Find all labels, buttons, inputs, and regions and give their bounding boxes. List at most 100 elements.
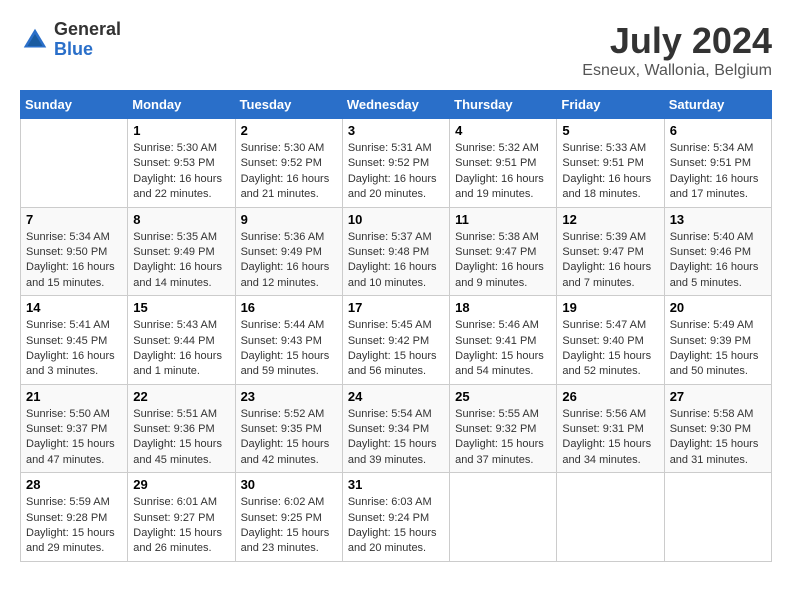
day-number: 3 bbox=[348, 123, 444, 138]
day-number: 28 bbox=[26, 477, 122, 492]
day-info: Sunrise: 5:45 AM Sunset: 9:42 PM Dayligh… bbox=[348, 318, 444, 380]
day-cell: 18Sunrise: 5:46 AM Sunset: 9:41 PM Dayli… bbox=[450, 296, 557, 385]
day-info: Sunrise: 6:03 AM Sunset: 9:24 PM Dayligh… bbox=[348, 495, 444, 557]
day-cell: 26Sunrise: 5:56 AM Sunset: 9:31 PM Dayli… bbox=[557, 384, 664, 473]
day-cell: 17Sunrise: 5:45 AM Sunset: 9:42 PM Dayli… bbox=[342, 296, 449, 385]
day-info: Sunrise: 5:33 AM Sunset: 9:51 PM Dayligh… bbox=[562, 141, 658, 203]
day-info: Sunrise: 5:56 AM Sunset: 9:31 PM Dayligh… bbox=[562, 407, 658, 469]
day-info: Sunrise: 5:58 AM Sunset: 9:30 PM Dayligh… bbox=[670, 407, 766, 469]
day-number: 10 bbox=[348, 212, 444, 227]
day-info: Sunrise: 5:51 AM Sunset: 9:36 PM Dayligh… bbox=[133, 407, 229, 469]
day-number: 31 bbox=[348, 477, 444, 492]
day-cell: 14 Sunrise: 5:41 AM Sunset: 9:45 PM Dayli… bbox=[21, 296, 128, 385]
day-number: 15 bbox=[133, 300, 229, 315]
day-cell: 3Sunrise: 5:31 AM Sunset: 9:52 PM Daylig… bbox=[342, 119, 449, 208]
day-cell: 5 Sunrise: 5:33 AM Sunset: 9:51 PM Daylig… bbox=[557, 119, 664, 208]
day-cell: 24 Sunrise: 5:54 AM Sunset: 9:34 PM Dayli… bbox=[342, 384, 449, 473]
day-info: Sunrise: 5:44 AM Sunset: 9:43 PM Dayligh… bbox=[241, 318, 337, 380]
day-info: Sunrise: 5:54 AM Sunset: 9:34 PM Dayligh… bbox=[348, 407, 444, 469]
day-number: 20 bbox=[670, 300, 766, 315]
day-cell: 10Sunrise: 5:37 AM Sunset: 9:48 PM Dayli… bbox=[342, 207, 449, 296]
day-number: 13 bbox=[670, 212, 766, 227]
day-cell: 8Sunrise: 5:35 AM Sunset: 9:49 PM Daylig… bbox=[128, 207, 235, 296]
day-info: Sunrise: 5:36 AM Sunset: 9:49 PM Dayligh… bbox=[241, 230, 337, 292]
day-number: 2 bbox=[241, 123, 337, 138]
day-info: Sunrise: 5:30 AM Sunset: 9:52 PM Dayligh… bbox=[241, 141, 337, 203]
day-cell: 16Sunrise: 5:44 AM Sunset: 9:43 PM Dayli… bbox=[235, 296, 342, 385]
day-number: 1 bbox=[133, 123, 229, 138]
day-info: Sunrise: 5:38 AM Sunset: 9:47 PM Dayligh… bbox=[455, 230, 551, 292]
day-info: Sunrise: 5:47 AM Sunset: 9:40 PM Dayligh… bbox=[562, 318, 658, 380]
calendar-table: SundayMondayTuesdayWednesdayThursdayFrid… bbox=[20, 90, 772, 562]
logo-text: General Blue bbox=[54, 20, 121, 60]
day-cell: 6Sunrise: 5:34 AM Sunset: 9:51 PM Daylig… bbox=[664, 119, 771, 208]
day-cell: 7Sunrise: 5:34 AM Sunset: 9:50 PM Daylig… bbox=[21, 207, 128, 296]
day-cell: 15 Sunrise: 5:43 AM Sunset: 9:44 PM Dayli… bbox=[128, 296, 235, 385]
weekday-row: SundayMondayTuesdayWednesdayThursdayFrid… bbox=[21, 91, 772, 119]
logo-icon bbox=[20, 25, 50, 55]
day-cell: 9 Sunrise: 5:36 AM Sunset: 9:49 PM Daylig… bbox=[235, 207, 342, 296]
day-number: 25 bbox=[455, 389, 551, 404]
weekday-header-wednesday: Wednesday bbox=[342, 91, 449, 119]
day-number: 14 bbox=[26, 300, 122, 315]
day-info: Sunrise: 5:40 AM Sunset: 9:46 PM Dayligh… bbox=[670, 230, 766, 292]
weekday-header-thursday: Thursday bbox=[450, 91, 557, 119]
day-number: 21 bbox=[26, 389, 122, 404]
day-cell: 25 Sunrise: 5:55 AM Sunset: 9:32 PM Dayli… bbox=[450, 384, 557, 473]
day-number: 30 bbox=[241, 477, 337, 492]
day-cell: 31 Sunrise: 6:03 AM Sunset: 9:24 PM Dayli… bbox=[342, 473, 449, 562]
day-number: 22 bbox=[133, 389, 229, 404]
day-info: Sunrise: 5:39 AM Sunset: 9:47 PM Dayligh… bbox=[562, 230, 658, 292]
day-cell: 20 Sunrise: 5:49 AM Sunset: 9:39 PM Dayli… bbox=[664, 296, 771, 385]
day-info: Sunrise: 5:55 AM Sunset: 9:32 PM Dayligh… bbox=[455, 407, 551, 469]
week-row-3: 14 Sunrise: 5:41 AM Sunset: 9:45 PM Dayli… bbox=[21, 296, 772, 385]
calendar-header: SundayMondayTuesdayWednesdayThursdayFrid… bbox=[21, 91, 772, 119]
day-info: Sunrise: 5:59 AM Sunset: 9:28 PM Dayligh… bbox=[26, 495, 122, 557]
day-info: Sunrise: 5:34 AM Sunset: 9:50 PM Dayligh… bbox=[26, 230, 122, 292]
day-cell: 4 Sunrise: 5:32 AM Sunset: 9:51 PM Daylig… bbox=[450, 119, 557, 208]
day-cell: 13 Sunrise: 5:40 AM Sunset: 9:46 PM Dayli… bbox=[664, 207, 771, 296]
day-cell bbox=[21, 119, 128, 208]
day-info: Sunrise: 5:46 AM Sunset: 9:41 PM Dayligh… bbox=[455, 318, 551, 380]
day-info: Sunrise: 5:32 AM Sunset: 9:51 PM Dayligh… bbox=[455, 141, 551, 203]
day-cell: 28 Sunrise: 5:59 AM Sunset: 9:28 PM Dayli… bbox=[21, 473, 128, 562]
day-info: Sunrise: 5:41 AM Sunset: 9:45 PM Dayligh… bbox=[26, 318, 122, 380]
title-block: July 2024 Esneux, Wallonia, Belgium bbox=[582, 20, 772, 80]
weekday-header-saturday: Saturday bbox=[664, 91, 771, 119]
day-cell: 30 Sunrise: 6:02 AM Sunset: 9:25 PM Dayli… bbox=[235, 473, 342, 562]
week-row-5: 28 Sunrise: 5:59 AM Sunset: 9:28 PM Dayli… bbox=[21, 473, 772, 562]
day-cell: 23 Sunrise: 5:52 AM Sunset: 9:35 PM Dayli… bbox=[235, 384, 342, 473]
day-number: 9 bbox=[241, 212, 337, 227]
day-cell: 1 Sunrise: 5:30 AM Sunset: 9:53 PM Daylig… bbox=[128, 119, 235, 208]
day-info: Sunrise: 5:52 AM Sunset: 9:35 PM Dayligh… bbox=[241, 407, 337, 469]
day-number: 27 bbox=[670, 389, 766, 404]
weekday-header-monday: Monday bbox=[128, 91, 235, 119]
day-number: 29 bbox=[133, 477, 229, 492]
day-cell: 19Sunrise: 5:47 AM Sunset: 9:40 PM Dayli… bbox=[557, 296, 664, 385]
day-number: 24 bbox=[348, 389, 444, 404]
weekday-header-tuesday: Tuesday bbox=[235, 91, 342, 119]
day-number: 4 bbox=[455, 123, 551, 138]
day-info: Sunrise: 6:01 AM Sunset: 9:27 PM Dayligh… bbox=[133, 495, 229, 557]
day-info: Sunrise: 6:02 AM Sunset: 9:25 PM Dayligh… bbox=[241, 495, 337, 557]
day-info: Sunrise: 5:43 AM Sunset: 9:44 PM Dayligh… bbox=[133, 318, 229, 380]
day-cell: 21 Sunrise: 5:50 AM Sunset: 9:37 PM Dayli… bbox=[21, 384, 128, 473]
day-cell: 11Sunrise: 5:38 AM Sunset: 9:47 PM Dayli… bbox=[450, 207, 557, 296]
day-number: 12 bbox=[562, 212, 658, 227]
day-cell bbox=[450, 473, 557, 562]
month-year: July 2024 bbox=[582, 20, 772, 62]
week-row-1: 1 Sunrise: 5:30 AM Sunset: 9:53 PM Daylig… bbox=[21, 119, 772, 208]
logo: General Blue bbox=[20, 20, 121, 60]
day-info: Sunrise: 5:49 AM Sunset: 9:39 PM Dayligh… bbox=[670, 318, 766, 380]
weekday-header-sunday: Sunday bbox=[21, 91, 128, 119]
location: Esneux, Wallonia, Belgium bbox=[582, 62, 772, 80]
day-info: Sunrise: 5:50 AM Sunset: 9:37 PM Dayligh… bbox=[26, 407, 122, 469]
day-number: 23 bbox=[241, 389, 337, 404]
day-cell bbox=[557, 473, 664, 562]
calendar-body: 1 Sunrise: 5:30 AM Sunset: 9:53 PM Daylig… bbox=[21, 119, 772, 562]
day-number: 8 bbox=[133, 212, 229, 227]
day-cell: 29 Sunrise: 6:01 AM Sunset: 9:27 PM Dayli… bbox=[128, 473, 235, 562]
day-number: 5 bbox=[562, 123, 658, 138]
week-row-2: 7Sunrise: 5:34 AM Sunset: 9:50 PM Daylig… bbox=[21, 207, 772, 296]
day-info: Sunrise: 5:30 AM Sunset: 9:53 PM Dayligh… bbox=[133, 141, 229, 203]
